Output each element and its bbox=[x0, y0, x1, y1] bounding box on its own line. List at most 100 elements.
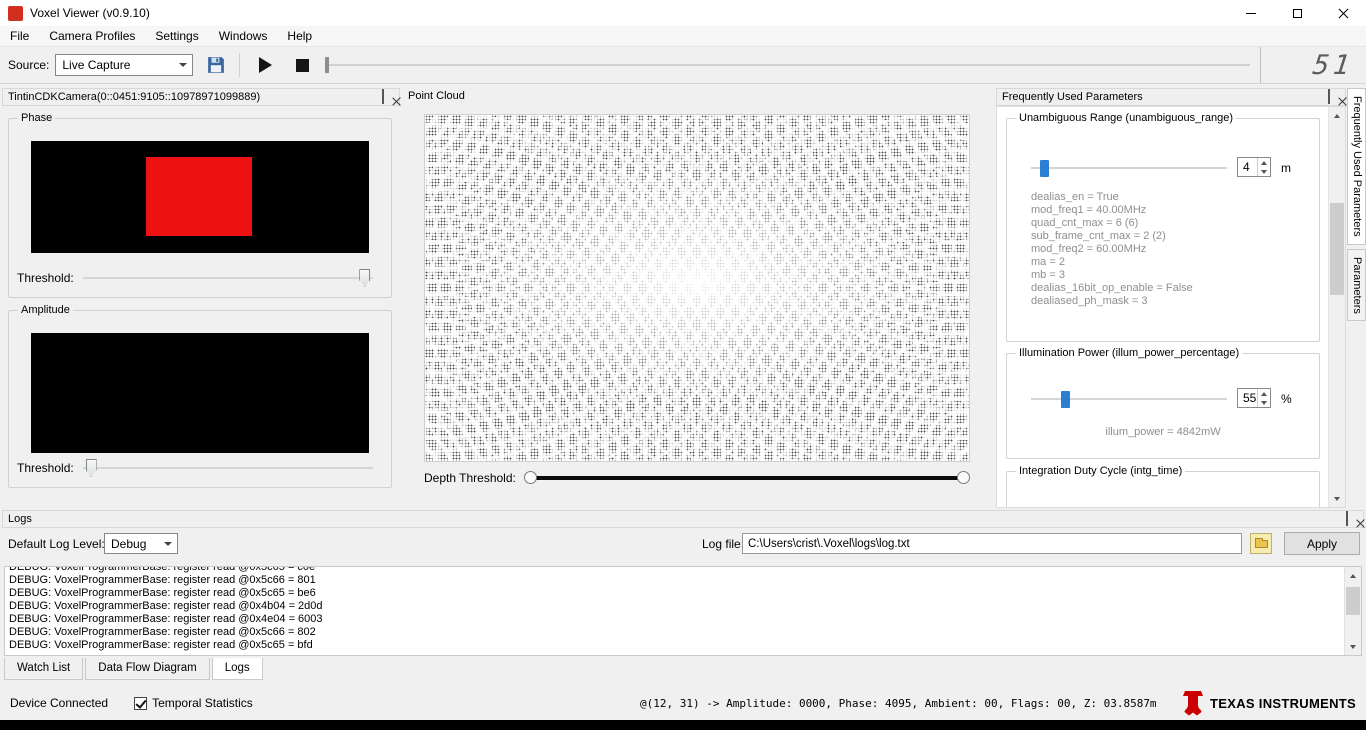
log-line: DEBUG: VoxelProgrammerBase: register rea… bbox=[9, 600, 323, 612]
float-dock-button[interactable] bbox=[1328, 89, 1330, 104]
save-profile-button[interactable] bbox=[203, 52, 229, 78]
slider-handle[interactable] bbox=[325, 57, 330, 73]
scroll-down-button[interactable] bbox=[1329, 490, 1345, 507]
param-line: dealiased_ph_mask = 3 bbox=[1031, 295, 1148, 307]
log-output[interactable]: DEBUG: VoxelProgrammerBase: register rea… bbox=[4, 566, 1362, 656]
tab-frequently-used-parameters[interactable]: Frequently Used Parameters bbox=[1347, 88, 1366, 245]
menu-help[interactable]: Help bbox=[277, 26, 322, 46]
chevron-down-icon bbox=[1261, 400, 1267, 405]
tab-watch-list[interactable]: Watch List bbox=[4, 658, 84, 680]
parameters-scrollbar[interactable] bbox=[1328, 107, 1345, 507]
illumination-power-slider[interactable] bbox=[1031, 391, 1227, 408]
temporal-statistics-checkbox[interactable]: Temporal Statistics bbox=[134, 696, 253, 710]
chevron-up-icon bbox=[1334, 113, 1340, 118]
log-line: DEBUG: VoxelProgrammerBase: register rea… bbox=[9, 574, 316, 586]
illumination-power-spinbox[interactable]: 55 bbox=[1237, 388, 1271, 408]
apply-button[interactable]: Apply bbox=[1284, 532, 1360, 555]
minimize-icon bbox=[1246, 12, 1256, 14]
tab-data-flow-diagram[interactable]: Data Flow Diagram bbox=[85, 658, 210, 680]
log-scrollbar[interactable] bbox=[1344, 567, 1361, 655]
float-dock-button[interactable] bbox=[1346, 511, 1348, 526]
amplitude-threshold-row: Threshold: bbox=[17, 458, 373, 478]
titlebar[interactable]: Voxel Viewer (v0.9.10) bbox=[0, 0, 1366, 26]
param-line: quad_cnt_max = 6 (6) bbox=[1031, 217, 1139, 229]
spin-down-button[interactable] bbox=[1258, 167, 1270, 176]
camera-dock-titlebar[interactable]: TintinCDKCamera(0::0451:9105::1097897109… bbox=[2, 88, 400, 106]
close-button[interactable] bbox=[1320, 0, 1366, 26]
scrollbar-thumb[interactable] bbox=[1346, 587, 1360, 615]
play-button[interactable] bbox=[252, 52, 278, 78]
spin-down-button[interactable] bbox=[1258, 398, 1270, 407]
scroll-down-button[interactable] bbox=[1345, 638, 1361, 655]
param-line: dealias_en = True bbox=[1031, 191, 1119, 203]
point-cloud-title: Point Cloud bbox=[408, 90, 465, 102]
slider-handle[interactable] bbox=[1039, 160, 1049, 177]
spin-up-button[interactable] bbox=[1258, 158, 1270, 167]
spinbox-buttons bbox=[1257, 158, 1270, 176]
amplitude-image[interactable] bbox=[31, 333, 369, 453]
integration-duty-cycle-title: Integration Duty Cycle (intg_time) bbox=[1016, 465, 1186, 477]
scroll-up-button[interactable] bbox=[1329, 107, 1345, 124]
fps-lcd-display: 51 bbox=[1260, 47, 1366, 83]
tab-parameters[interactable]: Parameters bbox=[1347, 248, 1366, 322]
scroll-up-button[interactable] bbox=[1345, 567, 1361, 584]
amplitude-threshold-slider[interactable] bbox=[82, 458, 373, 478]
slider-handle[interactable] bbox=[85, 459, 97, 477]
menu-windows[interactable]: Windows bbox=[209, 26, 278, 46]
dealias-param-list: dealias_en = True mod_freq1 = 40.00MHz q… bbox=[1031, 191, 1193, 308]
slider-groove bbox=[82, 277, 373, 279]
stop-icon[interactable] bbox=[296, 58, 310, 72]
amplitude-group: Amplitude Threshold: bbox=[8, 304, 392, 488]
combobox-arrow-zone bbox=[159, 534, 177, 553]
unambiguous-range-group: Unambiguous Range (unambiguous_range) 4 … bbox=[1006, 112, 1320, 342]
unambiguous-range-spinbox[interactable]: 4 bbox=[1237, 157, 1271, 177]
amplitude-group-title: Amplitude bbox=[18, 304, 73, 316]
range-min-handle[interactable] bbox=[523, 471, 537, 484]
save-icon bbox=[208, 57, 225, 73]
illumination-power-title: Illumination Power (illum_power_percenta… bbox=[1016, 347, 1243, 359]
checkbox-checked-icon bbox=[134, 696, 148, 710]
spin-up-button[interactable] bbox=[1258, 389, 1270, 398]
param-line: mod_freq1 = 40.00MHz bbox=[1031, 204, 1147, 216]
scrollbar-thumb[interactable] bbox=[1330, 203, 1344, 295]
log-level-combobox[interactable]: Debug bbox=[104, 533, 178, 554]
maximize-button[interactable] bbox=[1274, 0, 1320, 26]
menu-camera-profiles[interactable]: Camera Profiles bbox=[39, 26, 145, 46]
camera-dock-title: TintinCDKCamera(0::0451:9105::1097897109… bbox=[8, 91, 261, 103]
dock-tab-strip: Frequently Used Parameters Parameters bbox=[1347, 88, 1366, 508]
minimize-button[interactable] bbox=[1228, 0, 1274, 26]
camera-dock: TintinCDKCamera(0::0451:9105::1097897109… bbox=[2, 88, 400, 508]
depth-threshold-range-slider[interactable] bbox=[523, 471, 970, 485]
tab-logs[interactable]: Logs bbox=[211, 658, 263, 680]
slider-handle[interactable] bbox=[1061, 391, 1071, 408]
fps-value: 51 bbox=[1311, 49, 1356, 81]
logs-dock-titlebar[interactable]: Logs bbox=[2, 510, 1364, 528]
unambiguous-range-unit: m bbox=[1281, 161, 1291, 175]
pixel-readout: @(12, 31) -> Amplitude: 0000, Phase: 409… bbox=[640, 696, 1157, 710]
slider-groove bbox=[82, 467, 373, 469]
apply-button-label: Apply bbox=[1306, 536, 1338, 551]
log-file-input[interactable] bbox=[742, 533, 1242, 554]
phase-threshold-label: Threshold: bbox=[17, 271, 74, 285]
param-line: sub_frame_cnt_max = 2 (2) bbox=[1031, 230, 1166, 242]
source-label: Source: bbox=[8, 58, 50, 72]
chevron-down-icon bbox=[1334, 496, 1340, 501]
source-combobox[interactable]: Live Capture bbox=[55, 54, 194, 76]
chevron-down-icon bbox=[1261, 169, 1267, 174]
app-icon bbox=[8, 5, 23, 21]
float-dock-button[interactable] bbox=[382, 89, 384, 104]
browse-log-file-button[interactable] bbox=[1250, 533, 1272, 554]
menu-settings[interactable]: Settings bbox=[145, 26, 208, 46]
menu-file[interactable]: File bbox=[0, 26, 39, 46]
range-max-handle[interactable] bbox=[957, 471, 970, 484]
phase-threshold-slider[interactable] bbox=[82, 268, 373, 288]
slider-handle[interactable] bbox=[359, 269, 371, 287]
unambiguous-range-slider[interactable] bbox=[1031, 160, 1227, 177]
device-status: Device Connected bbox=[10, 696, 109, 710]
capture-position-slider[interactable] bbox=[325, 55, 1250, 75]
parameters-dock-titlebar[interactable]: Frequently Used Parameters bbox=[996, 88, 1346, 106]
phase-image[interactable] bbox=[31, 141, 369, 253]
spinbox-value: 4 bbox=[1243, 160, 1250, 174]
point-cloud-view[interactable] bbox=[424, 114, 970, 462]
log-line: DEBUG: VoxelProgrammerBase: register rea… bbox=[9, 587, 316, 599]
